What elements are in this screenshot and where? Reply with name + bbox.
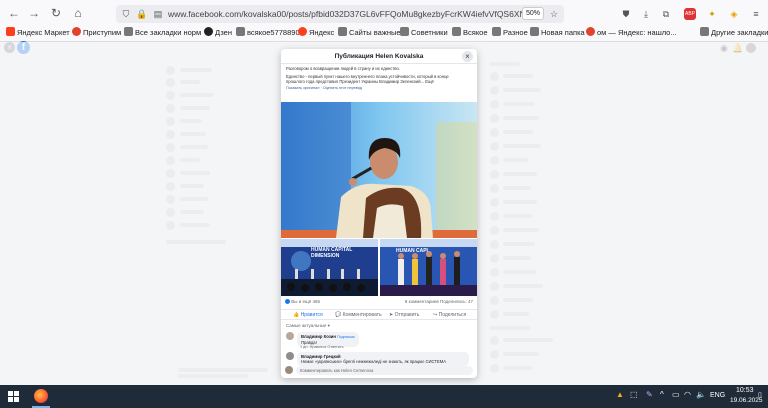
comment-meta[interactable]: 1 дн. Нравится Ответить: [300, 345, 344, 349]
post-photo-2[interactable]: HUMAN CAPITAL DIMENSION: [281, 239, 378, 296]
avatar: [285, 366, 293, 374]
windows-taskbar: ▲ ⬚ ✎ ^ ▭ ◠ 🔈 ENG 10:53 19.06.2025 ▯: [0, 385, 768, 408]
folder-icon: [124, 27, 133, 36]
send-icon: ➤: [389, 312, 394, 318]
comments-count[interactable]: 8 комментариев Поделились: 47: [405, 299, 473, 304]
windows-start-icon[interactable]: [8, 391, 19, 402]
shield-icon[interactable]: ⛉: [120, 8, 132, 20]
bookmarks-bar: Яндекс Маркет Приступим Все закладки нор…: [0, 25, 768, 41]
post-stats: Вы и ещё 465 8 комментариев Поделились: …: [285, 299, 473, 307]
permissions-icon[interactable]: ▤: [152, 8, 164, 20]
folder-icon: [492, 27, 501, 36]
firefox-icon[interactable]: [34, 389, 48, 403]
forward-arrow-icon[interactable]: →: [26, 5, 42, 21]
comment-icon: 💬: [335, 312, 342, 318]
photo-group: [380, 239, 477, 296]
bookmark-item[interactable]: ом — Яндекс: нашло...: [586, 27, 677, 39]
post-actions: 👍 Нравится 💬 Комментировать ➤ Отправить …: [281, 309, 477, 320]
folder-icon: [530, 27, 539, 36]
lock-icon[interactable]: 🔒: [136, 8, 148, 20]
bookmark-item[interactable]: Все закладки норм: [124, 27, 201, 39]
wifi-icon[interactable]: ◠: [684, 390, 691, 399]
post-photo-main[interactable]: [281, 102, 477, 238]
bookmark-item[interactable]: Всякое: [452, 27, 488, 39]
bookmark-item[interactable]: Другие закладки: [700, 27, 768, 39]
zoom-level[interactable]: 50%: [522, 7, 544, 20]
site-icon: [72, 27, 81, 36]
show-hidden-icons[interactable]: ^: [660, 390, 664, 399]
clock-time[interactable]: 10:53: [736, 387, 754, 394]
share-button[interactable]: ↪ Поделиться: [433, 312, 466, 318]
extension-shield-icon[interactable]: ◈: [728, 8, 740, 20]
dzen-icon: [204, 27, 213, 36]
translate-link[interactable]: Показать оригинал · Оценить этот перевод: [286, 86, 472, 92]
bookmark-item[interactable]: Яндекс: [298, 27, 334, 39]
comment-composer: Комментировать как Helen Cemenova: [285, 366, 473, 376]
avatar[interactable]: [286, 352, 294, 360]
share-icon: ↪: [433, 312, 438, 318]
bookmark-item[interactable]: Дзен: [204, 27, 232, 39]
photo-speaker: [281, 102, 477, 238]
folder-icon: [452, 27, 461, 36]
avatar[interactable]: [286, 332, 294, 340]
post-dialog: Публикация Helen Kovalska × Разговором о…: [281, 49, 477, 378]
send-button[interactable]: ➤ Отправить: [389, 312, 419, 318]
comment-input[interactable]: Комментировать как Helen Cemenova: [296, 366, 473, 375]
like-reaction-icon: [285, 299, 290, 304]
bookmark-item[interactable]: Сайты важные: [338, 27, 401, 39]
folder-icon: [236, 27, 245, 36]
comment-sort[interactable]: Самые актуальные ▾: [286, 323, 330, 329]
extension-icon[interactable]: ✦: [706, 8, 718, 20]
home-icon[interactable]: ⌂: [70, 5, 86, 21]
menu-icon[interactable]: ≡: [750, 8, 762, 20]
network-icon[interactable]: ▭: [672, 390, 680, 399]
slide-text: DIMENSION: [311, 253, 340, 259]
reactions-count[interactable]: Вы и ещё 465: [291, 299, 320, 304]
pen-icon[interactable]: ✎: [646, 390, 653, 399]
thumbs-up-icon: 👍: [293, 312, 300, 318]
folder-icon: [338, 27, 347, 36]
comment-text: Немає «українських» бреглі нежнежаледі н…: [301, 359, 447, 364]
folder-icon: [700, 27, 709, 36]
bookmark-item[interactable]: всякое5778890: [236, 27, 300, 39]
bookmark-item[interactable]: Приступим: [72, 27, 121, 39]
navigation-row: ← → ↻ ⌂ ⛉ 🔒 ▤ www.facebook.com/kovalska0…: [0, 2, 768, 24]
comment-author[interactable]: Владимир Козин: [301, 334, 336, 339]
reload-icon[interactable]: ↻: [48, 5, 64, 21]
bookmark-item[interactable]: Разное: [492, 27, 528, 39]
url-text[interactable]: www.facebook.com/kovalska00/posts/pfbid0…: [168, 9, 528, 19]
bookmark-item[interactable]: Новая папка: [530, 27, 585, 39]
browser-toolbar: ← → ↻ ⌂ ⛉ 🔒 ▤ www.facebook.com/kovalska0…: [0, 0, 768, 42]
slide-text: HUMAN CAPI: [396, 248, 428, 254]
post-photo-3[interactable]: HUMAN CAPI: [380, 239, 477, 296]
address-bar[interactable]: ⛉ 🔒 ▤ www.facebook.com/kovalska00/posts/…: [116, 5, 564, 23]
follower-badge: Подписчик: [337, 335, 355, 339]
language-indicator[interactable]: ENG: [710, 392, 725, 399]
screenshot-icon[interactable]: ⬚: [630, 390, 638, 399]
download-icon[interactable]: ⤓: [640, 8, 652, 20]
close-icon[interactable]: ×: [462, 51, 473, 62]
folder-icon: [400, 27, 409, 36]
bookmark-item[interactable]: Советники: [400, 27, 448, 39]
volume-icon[interactable]: 🔈: [696, 390, 706, 399]
dialog-title: Публикация Helen Kovalska: [334, 53, 424, 60]
tray-icon[interactable]: ▲: [616, 390, 624, 399]
extensions-icon[interactable]: ⧉: [660, 8, 672, 20]
post-text: Разговором о возвращении людей в страну …: [286, 66, 472, 91]
comment-button[interactable]: 💬 Комментировать: [335, 312, 382, 318]
dialog-header: Публикация Helen Kovalska ×: [281, 49, 477, 64]
back-arrow-icon[interactable]: ←: [6, 5, 22, 21]
like-button[interactable]: 👍 Нравится: [293, 312, 323, 318]
adblock-icon[interactable]: ABP: [684, 8, 696, 20]
facebook-page: × f ◉ 🔔: [0, 41, 768, 385]
pocket-icon[interactable]: ⛊: [620, 8, 632, 20]
yandex-icon: [298, 27, 307, 36]
notification-icon[interactable]: ▯: [758, 391, 762, 399]
bookmark-star-icon[interactable]: ☆: [548, 8, 560, 20]
comment-bubble: Владимир Грецкий Немає «українських» бре…: [297, 352, 469, 366]
bookmark-item[interactable]: Яндекс Маркет: [6, 27, 70, 39]
yandex-search-icon: [586, 27, 595, 36]
yandex-market-icon: [6, 27, 15, 36]
